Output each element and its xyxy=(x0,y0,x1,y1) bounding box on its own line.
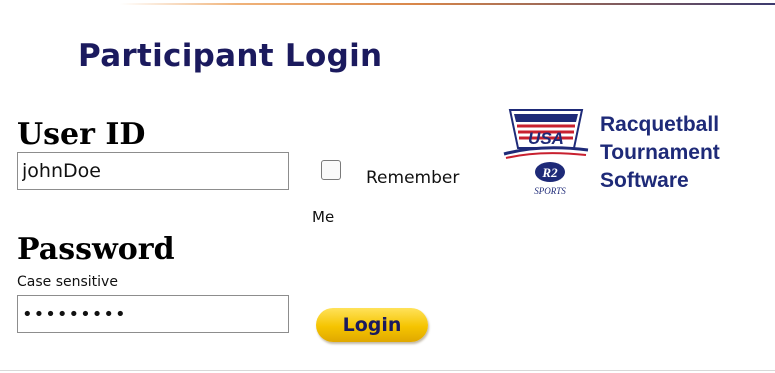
remember-me-label: Remember xyxy=(366,168,460,188)
user-id-label: User ID xyxy=(17,117,146,152)
logo-sports-text: SPORTS xyxy=(534,186,566,196)
logo-usa-text: USA xyxy=(528,129,564,148)
logo-text-line-3: Software xyxy=(600,169,689,192)
password-label: Password xyxy=(17,232,175,267)
logo-text-line-2: Tournament xyxy=(600,141,720,164)
remember-me-checkbox[interactable] xyxy=(321,160,341,180)
password-hint: Case sensitive xyxy=(17,274,118,290)
page-title: Participant Login xyxy=(78,38,383,74)
remember-me-label-continued: Me xyxy=(312,208,335,226)
logo-text-line-1: Racquetball xyxy=(600,113,720,136)
logo-r2-text: R2 xyxy=(541,165,558,180)
login-button[interactable]: Login xyxy=(316,308,428,342)
top-divider xyxy=(120,3,775,5)
bottom-divider xyxy=(0,370,775,371)
usa-racquetball-logo: USA R2 SPORTS xyxy=(503,109,589,196)
password-input[interactable] xyxy=(17,295,289,333)
logo-wordmark: Racquetball Tournament Software xyxy=(600,111,720,195)
user-id-input[interactable] xyxy=(17,152,289,190)
